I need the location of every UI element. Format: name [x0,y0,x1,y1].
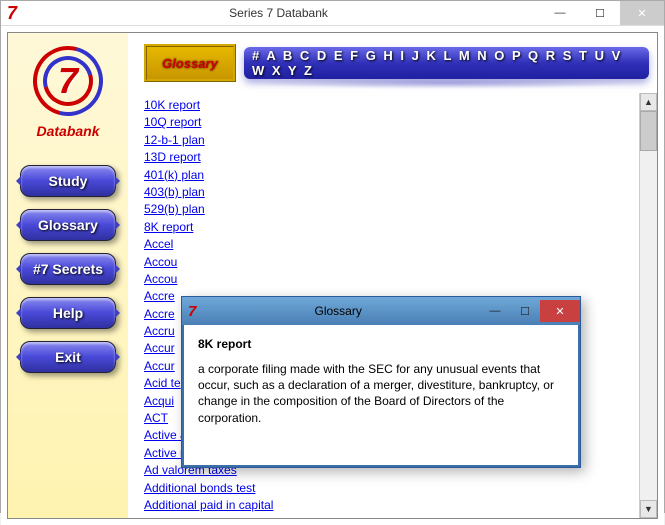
popup-title: Glossary [196,304,480,318]
popup-maximize-button[interactable]: ☐ [510,300,540,322]
popup-icon: 7 [188,303,196,320]
popup-close-button[interactable]: ✕ [540,300,580,322]
popup-definition: a corporate filing made with the SEC for… [198,361,564,426]
alphabet-bar: # A B C D E F G H I J K L M N O P Q R S … [244,47,649,79]
glossary-header: Glossary # A B C D E F G H I J K L M N O… [128,33,657,93]
close-button[interactable]: ✕ [620,1,664,25]
popup-titlebar[interactable]: 7 Glossary — ☐ ✕ [182,297,580,325]
glossary-popup: 7 Glossary — ☐ ✕ 8K report a corporate f… [181,296,581,468]
main-window: 7 Series 7 Databank — ☐ ✕ 7 Databank Stu… [0,0,665,513]
term-link[interactable]: 401(k) plan [144,167,639,184]
sidebar: 7 Databank Study Glossary #7 Secrets Hel… [8,33,128,518]
popup-minimize-button[interactable]: — [480,300,510,322]
exit-button[interactable]: Exit [20,341,116,373]
term-link[interactable]: Accel [144,236,639,253]
term-link[interactable]: 13D report [144,149,639,166]
minimize-button[interactable]: — [540,1,580,25]
term-link[interactable]: Accou [144,254,639,271]
app-icon: 7 [7,3,17,24]
help-button[interactable]: Help [20,297,116,329]
logo: 7 [28,41,108,121]
term-link[interactable]: 12-b-1 plan [144,132,639,149]
term-link[interactable]: Additional bonds test [144,480,639,497]
window-controls: — ☐ ✕ [540,1,664,25]
term-link[interactable]: 529(b) plan [144,201,639,218]
term-link[interactable]: 10K report [144,97,639,114]
logo-brand-text: Databank [36,123,99,139]
scroll-track[interactable] [640,151,657,500]
main-titlebar[interactable]: 7 Series 7 Databank — ☐ ✕ [1,1,664,26]
maximize-button[interactable]: ☐ [580,1,620,25]
popup-term: 8K report [198,337,564,351]
term-link[interactable]: 8K report [144,219,639,236]
scrollbar: ▲ ▼ [639,93,657,518]
term-link[interactable]: 403(b) plan [144,184,639,201]
term-link[interactable]: Additional paid in capital [144,497,639,514]
scroll-up-button[interactable]: ▲ [640,93,657,111]
scroll-down-button[interactable]: ▼ [640,500,657,518]
term-link[interactable]: Accou [144,271,639,288]
popup-controls: — ☐ ✕ [480,300,580,322]
logo-numeral: 7 [58,60,78,102]
scroll-thumb[interactable] [640,111,657,151]
glossary-button[interactable]: Glossary [20,209,116,241]
secrets-button[interactable]: #7 Secrets [20,253,116,285]
popup-body: 8K report a corporate filing made with t… [182,325,580,467]
glossary-badge: Glossary [144,44,236,82]
study-button[interactable]: Study [20,165,116,197]
window-title: Series 7 Databank [17,6,540,20]
term-link[interactable]: 10Q report [144,114,639,131]
content-frame: 7 Databank Study Glossary #7 Secrets Hel… [1,26,664,525]
alphabet-letters[interactable]: # A B C D E F G H I J K L M N O P Q R S … [252,48,641,78]
